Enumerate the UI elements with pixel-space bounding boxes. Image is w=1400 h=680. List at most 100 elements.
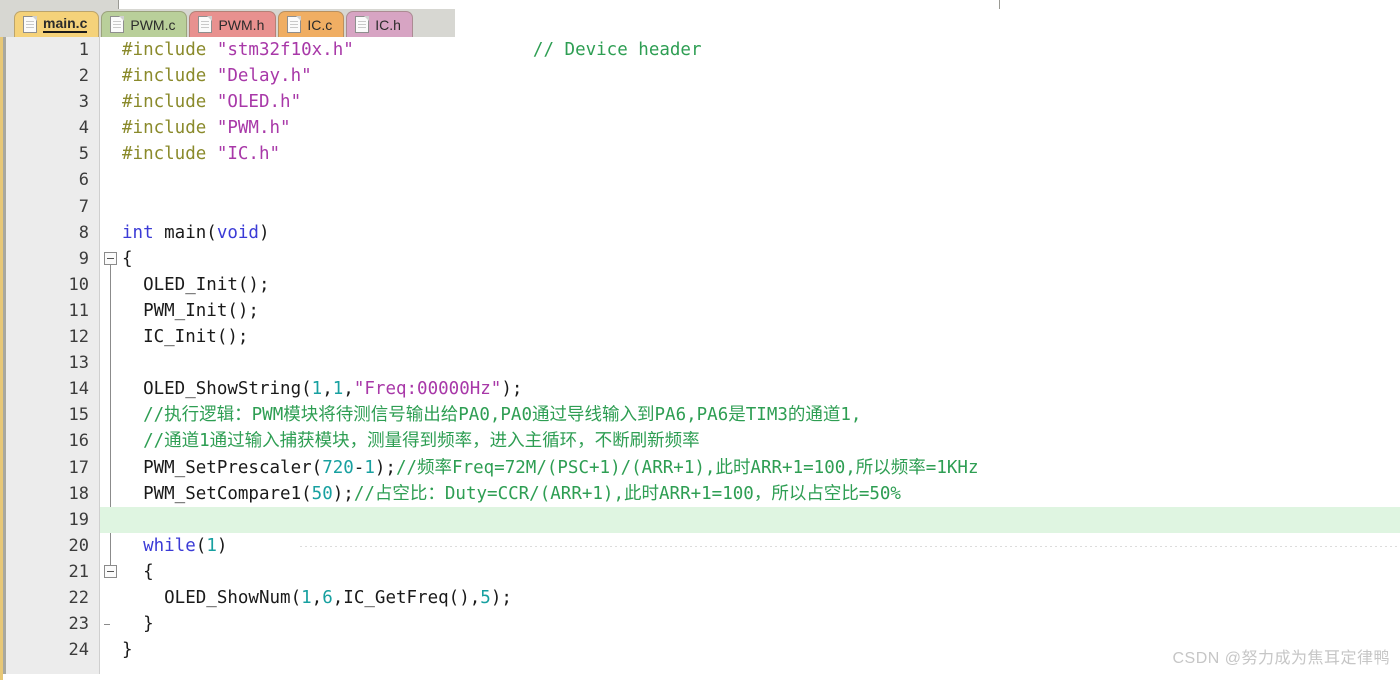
code-token-pln: } (122, 614, 154, 635)
line-number: 9 (78, 248, 89, 269)
line-number: 12 (68, 327, 89, 348)
code-token-cmt: //占空比：Duty=CCR/(ARR+1),此时ARR+1=100，所以占空比… (353, 483, 901, 504)
code-token-num: 1 (364, 457, 375, 478)
code-token-pln: } (122, 640, 133, 661)
code-line[interactable]: #include "Delay.h" (100, 63, 1400, 89)
code-line[interactable]: PWM_SetCompare1(50);//占空比：Duty=CCR/(ARR+… (100, 481, 1400, 507)
gutter-row: 7 (6, 194, 99, 220)
code-line[interactable]: int main(void) (100, 220, 1400, 246)
code-line[interactable]: OLED_ShowString(1,1,"Freq:00000Hz"); (100, 376, 1400, 402)
gutter-row: 3 (6, 89, 99, 115)
code-line[interactable]: OLED_ShowNum(1,6,IC_GetFreq(),5); (100, 585, 1400, 611)
line-number: 22 (68, 587, 89, 608)
code-token-num: 1 (311, 379, 323, 400)
gutter-row: 21 (6, 559, 99, 585)
editor-tab-main-c[interactable]: main.c (14, 11, 100, 37)
code-token-pln: ); (501, 379, 523, 400)
code-line[interactable]: OLED_Init(); (100, 272, 1400, 298)
code-token-str: "Freq:00000Hz" (353, 379, 502, 400)
code-token-pln: ); (490, 587, 512, 608)
code-line[interactable]: //执行逻辑：PWM模块将待测信号输出给PA0,PA0通过导线输入到PA6,PA… (100, 402, 1400, 428)
code-token-pln: PWM_SetPrescaler( (122, 457, 323, 478)
code-token-pln (122, 536, 143, 556)
code-line[interactable] (100, 167, 1400, 193)
code-token-pln: ); (374, 457, 396, 478)
code-token-num: 720 (322, 457, 354, 478)
editor-tab-label: main.c (43, 15, 88, 33)
code-token-pln: IC_Init(); (122, 327, 249, 348)
code-token-num: 5 (480, 587, 491, 608)
code-token-pln: ) (258, 222, 270, 243)
code-token-pln: , (343, 379, 354, 400)
line-number: 16 (68, 431, 89, 452)
line-number: 1 (78, 40, 89, 60)
code-line[interactable]: { (100, 246, 1400, 272)
gutter-row: 15 (6, 402, 99, 428)
code-line[interactable] (100, 350, 1400, 376)
file-icon (23, 16, 37, 33)
code-token-cmt: //频率Freq=72M/(PSC+1)/(ARR+1),此时ARR+1=100… (395, 457, 979, 478)
code-token-pln: , (322, 379, 333, 400)
code-token-pln: PWM_SetCompare1( (122, 483, 312, 504)
code-token-num: 6 (322, 587, 333, 608)
editor-tab-PWM-c[interactable]: PWM.c (101, 11, 188, 37)
line-number: 4 (78, 118, 89, 139)
editor-tab-strip: main.c PWM.c PWM.h IC.c IC.h (0, 9, 413, 37)
code-token-pre: #include (122, 92, 217, 113)
gutter-row: 5 (6, 141, 99, 167)
code-line[interactable]: #include "stm32f10x.h" // Device header (100, 37, 1400, 63)
code-line[interactable]: IC_Init(); (100, 324, 1400, 350)
code-token-kw: while (143, 535, 196, 556)
gutter-row: 14 (6, 376, 99, 402)
code-text-area[interactable]: #include "stm32f10x.h" // Device header #… (100, 37, 1400, 680)
window-top-strip (0, 0, 1400, 10)
code-token-pln: OLED_ShowString( (122, 379, 312, 400)
gutter-row: 10 (6, 272, 99, 298)
code-token-pre: #include (122, 40, 217, 60)
line-number-gutter: 1 2 3 4 5 6 7 8 9 10 11 12 13 14 15 16 17 18 19 20 21 22 23 24 (6, 37, 100, 680)
gutter-row: 13 (6, 350, 99, 376)
editor-tab-IC-c[interactable]: IC.c (278, 11, 345, 37)
code-token-str: "IC.h" (216, 144, 281, 165)
editor-tab-label: PWM.h (218, 16, 265, 33)
code-line[interactable]: //通道1通过输入捕获模块，测量得到频率，进入主循环，不断刷新频率 (100, 428, 1400, 454)
line-number: 5 (78, 144, 89, 165)
code-token-pln: { (122, 248, 133, 269)
code-token-kw: int (122, 222, 154, 243)
code-token-kw: void (216, 222, 259, 243)
code-token-pln: , (311, 587, 323, 608)
code-token-cmt: //执行逻辑：PWM模块将待测信号输出给PA0,PA0通过导线输入到PA6,PA… (122, 405, 862, 426)
gutter-row: 16 (6, 428, 99, 454)
gutter-row: 1 (6, 37, 99, 63)
code-line[interactable]: PWM_SetPrescaler(720-1);//频率Freq=72M/(PS… (100, 455, 1400, 481)
line-number: 21 (68, 561, 89, 582)
code-editor-pane[interactable]: 1 2 3 4 5 6 7 8 9 10 11 12 13 14 15 16 17 18 19 20 21 22 23 24 … (0, 37, 1400, 680)
code-editor-window: main.c PWM.c PWM.h IC.c IC.h 1 2 3 4 5 6 7 8 9 10 11 12… (0, 0, 1400, 680)
file-icon (355, 16, 370, 33)
code-token-num: 1 (206, 535, 217, 556)
gutter-row: 11 (6, 298, 99, 324)
code-token-pln: - (353, 457, 365, 478)
code-token-pre: #include (122, 66, 217, 87)
file-icon (110, 16, 125, 33)
code-line[interactable]: #include "PWM.h" (100, 115, 1400, 141)
line-number: 15 (68, 405, 89, 426)
code-line[interactable]: } (100, 611, 1400, 637)
gutter-row: 6 (6, 167, 99, 193)
editor-tab-PWM-h[interactable]: PWM.h (189, 11, 277, 37)
code-line[interactable] (100, 506, 1400, 533)
code-line[interactable]: #include "IC.h" (100, 141, 1400, 167)
file-icon (198, 16, 213, 33)
gutter-row: 17 (6, 455, 99, 481)
code-line[interactable] (100, 194, 1400, 220)
code-line[interactable]: PWM_Init(); (100, 298, 1400, 324)
line-number: 8 (78, 222, 89, 243)
line-number: 24 (68, 640, 89, 661)
code-line[interactable]: { (100, 559, 1400, 585)
code-token-str: "OLED.h" (216, 92, 302, 113)
code-line[interactable]: #include "OLED.h" (100, 89, 1400, 115)
code-token-pln: ); (332, 483, 354, 504)
code-token-cmt: // Device header (532, 40, 702, 60)
editor-tab-IC-h[interactable]: IC.h (346, 11, 413, 37)
line-number: 13 (68, 353, 89, 374)
